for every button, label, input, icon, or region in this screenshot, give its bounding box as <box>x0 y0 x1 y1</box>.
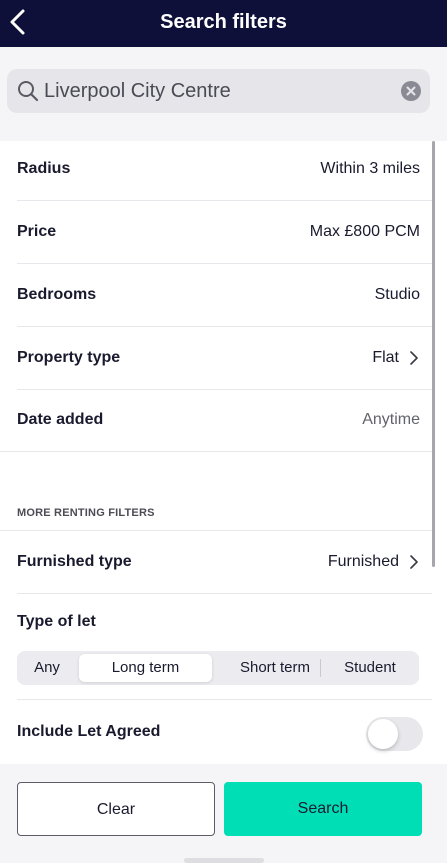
home-indicator <box>184 858 264 863</box>
type-of-let-segmented-control: Any Long term Short term Student <box>17 651 419 685</box>
filter-value: Furnished <box>327 553 399 570</box>
filter-label: Radius <box>17 160 71 177</box>
segment-any[interactable]: Any <box>17 651 77 685</box>
navigation-bar: Search filters <box>0 0 447 47</box>
scrollbar[interactable] <box>432 141 435 567</box>
filter-row-bedrooms[interactable]: Bedrooms Studio <box>0 264 432 327</box>
filter-label: Furnished type <box>17 553 132 570</box>
include-let-agreed-label: Include Let Agreed <box>17 723 161 740</box>
search-input[interactable]: Liverpool City Centre <box>7 69 430 113</box>
segment-student[interactable]: Student <box>321 651 419 685</box>
clear-circle-icon[interactable] <box>401 81 421 101</box>
toggle-knob <box>368 719 398 749</box>
search-area: Liverpool City Centre <box>0 47 447 141</box>
chevron-right-icon <box>410 351 418 365</box>
divider <box>17 699 432 700</box>
segment-long-term[interactable]: Long term <box>79 654 212 682</box>
filter-value: Max £800 PCM <box>309 223 420 240</box>
segment-short-term[interactable]: Short term <box>215 651 335 685</box>
section-heading: MORE RENTING FILTERS <box>17 507 155 519</box>
include-let-agreed-toggle[interactable] <box>366 717 423 751</box>
filter-row-furnished-type[interactable]: Furnished type Furnished <box>0 531 432 594</box>
filter-label: Date added <box>17 411 104 428</box>
filter-label: Property type <box>17 349 121 366</box>
filter-value: Studio <box>374 286 420 303</box>
filter-value: Flat <box>372 349 399 366</box>
search-button[interactable]: Search <box>224 782 422 836</box>
footer-bar: Clear Search <box>0 764 447 863</box>
filter-value: Anytime <box>362 411 420 428</box>
divider <box>17 593 432 594</box>
divider <box>0 451 432 452</box>
filter-value: Within 3 miles <box>320 160 420 177</box>
filter-row-property-type[interactable]: Property type Flat <box>0 327 432 390</box>
chevron-right-icon <box>410 555 418 569</box>
page-title: Search filters <box>160 11 287 33</box>
filter-row-radius[interactable]: Radius Within 3 miles <box>0 138 432 201</box>
type-of-let-label: Type of let <box>17 613 96 630</box>
filter-label: Price <box>17 223 57 240</box>
search-input-value: Liverpool City Centre <box>44 80 231 102</box>
search-icon <box>18 81 39 102</box>
filter-row-date-added[interactable]: Date added Anytime <box>0 389 432 452</box>
filter-label: Bedrooms <box>17 286 97 303</box>
clear-button[interactable]: Clear <box>17 782 215 836</box>
filter-row-price[interactable]: Price Max £800 PCM <box>0 201 432 264</box>
